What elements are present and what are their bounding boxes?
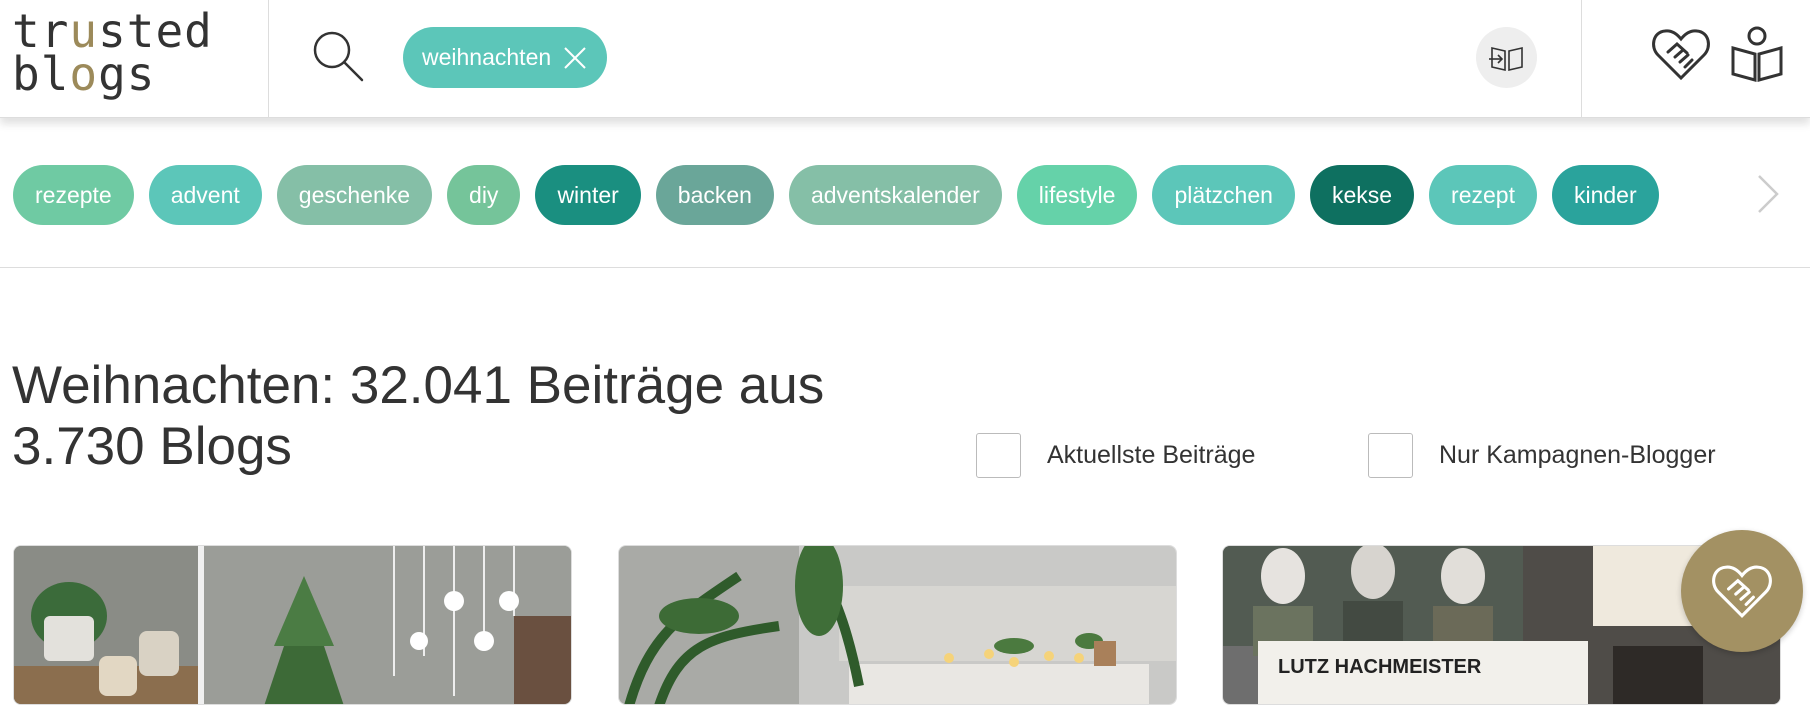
latest-checkbox[interactable]: [976, 433, 1021, 478]
site-header: trusted blogs weihnachten: [0, 0, 1810, 118]
trusted-blogs-logo[interactable]: trusted blogs: [12, 8, 242, 106]
tag-chip-7[interactable]: lifestyle: [1016, 165, 1138, 225]
filter-latest-label: Aktuellste Beiträge: [1047, 441, 1256, 469]
close-icon[interactable]: [561, 44, 589, 72]
page-title: Weihnachten: 32.041 Beiträge aus 3.730 B…: [12, 356, 825, 476]
tag-chip-6[interactable]: adventskalender: [788, 165, 1002, 225]
blog-card[interactable]: [13, 545, 572, 705]
active-tag-label: weihnachten: [422, 44, 552, 70]
blog-card[interactable]: [618, 545, 1177, 705]
filter-latest[interactable]: Aktuellste Beiträge: [976, 433, 1255, 478]
header-divider: [268, 0, 269, 118]
card-image: [619, 546, 1176, 704]
tag-chip-3[interactable]: diy: [447, 165, 521, 225]
tag-chip-2[interactable]: geschenke: [276, 165, 433, 225]
handshake-fab-button[interactable]: [1681, 530, 1803, 652]
card-image: [14, 546, 571, 704]
campaign-checkbox[interactable]: [1368, 433, 1413, 478]
tag-chip-8[interactable]: plätzchen: [1152, 165, 1295, 225]
tag-chip-5[interactable]: backen: [655, 165, 774, 225]
tag-bar: rezepte advent geschenke diy winter backen adv…: [0, 118, 1810, 268]
handshake-heart-icon[interactable]: [1650, 24, 1712, 84]
tag-chip-11[interactable]: kinder: [1551, 165, 1659, 225]
tag-chip-4[interactable]: winter: [535, 165, 641, 225]
chevron-right-icon[interactable]: [1750, 172, 1784, 216]
active-search-tag[interactable]: weihnachten: [403, 27, 608, 88]
handshake-heart-icon: [1712, 565, 1772, 618]
tag-chip-1[interactable]: advent: [148, 165, 262, 225]
tag-list: rezepte advent geschenke diy winter backen adv…: [13, 165, 1713, 227]
login-book-icon[interactable]: [1476, 27, 1537, 88]
book-cover-text: LUTZ HACHMEISTER: [1278, 656, 1482, 678]
tag-chip-9[interactable]: kekse: [1309, 165, 1415, 225]
tag-bar-fade: [1668, 162, 1748, 228]
filter-campaign[interactable]: Nur Kampagnen-Blogger: [1368, 433, 1716, 478]
tag-chip-10[interactable]: rezept: [1429, 165, 1537, 225]
search-icon[interactable]: [310, 28, 366, 84]
tag-chip-0[interactable]: rezepte: [13, 165, 134, 225]
reader-book-icon[interactable]: [1730, 24, 1784, 84]
filter-campaign-label: Nur Kampagnen-Blogger: [1439, 441, 1716, 469]
header-divider-right: [1581, 0, 1582, 118]
